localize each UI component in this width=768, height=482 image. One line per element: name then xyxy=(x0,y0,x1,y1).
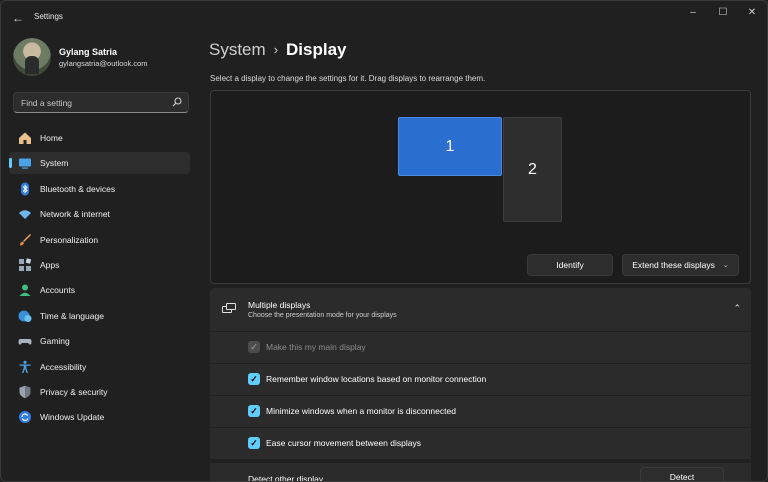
display-arrangement-panel: 1 2 Identify Extend these displays ⌄ xyxy=(210,90,751,284)
sidebar-item-label: Windows Update xyxy=(40,412,105,423)
ease-cursor-checkbox[interactable]: ✓ xyxy=(248,437,260,449)
intro-text: Select a display to change the settings … xyxy=(210,74,486,83)
accessibility-icon xyxy=(19,360,31,373)
settings-window: ← Settings – ☐ ✕ Gylang Satria gylangsat… xyxy=(0,0,768,482)
globe-icon xyxy=(18,310,32,322)
sidebar-item-home[interactable]: Home xyxy=(9,127,190,149)
identify-button[interactable]: Identify xyxy=(527,254,613,276)
search-icon xyxy=(172,97,182,107)
user-email: gylangsatria@outlook.com xyxy=(59,59,148,68)
accounts-icon xyxy=(19,284,31,297)
extend-displays-dropdown[interactable]: Extend these displays ⌄ xyxy=(622,254,739,276)
chevron-down-icon: ⌄ xyxy=(722,262,729,269)
shield-icon xyxy=(19,385,31,399)
detect-label: Detect other display xyxy=(248,474,324,482)
breadcrumb: System › Display xyxy=(209,40,347,60)
sidebar-item-bluetooth[interactable]: Bluetooth & devices xyxy=(9,178,190,200)
option-row-ease-cursor: ✓ Ease cursor movement between displays xyxy=(210,428,751,459)
sidebar-item-privacy[interactable]: Privacy & security xyxy=(9,381,190,403)
avatar[interactable] xyxy=(13,38,51,76)
chevron-up-icon[interactable]: ⌃ xyxy=(733,303,741,314)
sidebar-item-windows-update[interactable]: Windows Update xyxy=(9,406,190,428)
sidebar-item-time-language[interactable]: Time & language xyxy=(9,305,190,327)
sidebar-item-label: Personalization xyxy=(40,234,99,245)
sidebar-item-label: Bluetooth & devices xyxy=(40,183,116,194)
sidebar-item-label: Gaming xyxy=(40,336,70,347)
search-placeholder: Find a setting xyxy=(21,98,73,108)
option-row-main-display: ✓ Make this my main display xyxy=(210,332,751,363)
remember-locations-checkbox[interactable]: ✓ xyxy=(248,373,260,385)
maximize-button[interactable]: ☐ xyxy=(709,5,737,21)
system-icon xyxy=(19,158,31,170)
close-button[interactable]: ✕ xyxy=(738,5,766,21)
sidebar-item-label: Accessibility xyxy=(40,361,87,372)
brush-icon xyxy=(20,233,31,246)
multiple-displays-title: Multiple displays xyxy=(248,300,311,310)
breadcrumb-parent[interactable]: System xyxy=(209,40,266,59)
extend-label: Extend these displays xyxy=(632,260,715,270)
monitor-1[interactable]: 1 xyxy=(398,117,502,176)
apps-icon xyxy=(19,258,32,271)
sidebar-item-network[interactable]: Network & internet xyxy=(9,203,190,225)
sidebar-item-accounts[interactable]: Accounts xyxy=(9,279,190,301)
detect-button[interactable]: Detect xyxy=(640,467,724,482)
sidebar-item-accessibility[interactable]: Accessibility xyxy=(9,356,190,378)
sidebar-item-system[interactable]: System xyxy=(9,152,190,175)
option-label[interactable]: Remember window locations based on monit… xyxy=(266,374,486,384)
page-title: Display xyxy=(286,40,347,59)
sidebar-item-label: Time & language xyxy=(40,310,104,321)
app-title: Settings xyxy=(34,12,63,21)
sidebar-item-label: Privacy & security xyxy=(40,386,108,397)
sidebar-item-label: Network & internet xyxy=(40,209,110,220)
sidebar-item-gaming[interactable]: Gaming xyxy=(9,330,190,352)
monitor-2[interactable]: 2 xyxy=(503,117,562,222)
home-icon xyxy=(19,132,31,144)
gamepad-icon xyxy=(18,339,32,345)
sidebar-item-label: Home xyxy=(40,133,63,143)
minimize-windows-checkbox[interactable]: ✓ xyxy=(248,405,260,417)
sidebar-item-personalization[interactable]: Personalization xyxy=(9,229,190,251)
search-input[interactable]: Find a setting xyxy=(13,92,189,113)
option-row-remember-locations: ✓ Remember window locations based on mon… xyxy=(210,364,751,395)
sidebar-item-label: System xyxy=(40,158,69,169)
option-label[interactable]: Minimize windows when a monitor is disco… xyxy=(266,406,456,416)
title-bar: ← Settings – ☐ ✕ xyxy=(1,1,767,33)
multiple-displays-subtitle: Choose the presentation mode for your di… xyxy=(248,312,397,319)
sidebar-nav: Home System Bluetooth & devices Network … xyxy=(9,127,190,432)
minimize-button[interactable]: – xyxy=(679,5,707,21)
option-label: Make this my main display xyxy=(266,342,366,352)
option-row-minimize-windows: ✓ Minimize windows when a monitor is dis… xyxy=(210,396,751,427)
sidebar-item-label: Accounts xyxy=(40,285,75,296)
breadcrumb-separator: › xyxy=(273,42,279,57)
multiple-displays-header[interactable]: Multiple displays Choose the presentatio… xyxy=(210,288,751,331)
sidebar-item-label: Apps xyxy=(40,259,60,270)
multiple-displays-icon xyxy=(222,303,236,313)
detect-display-row: Detect other display Detect xyxy=(210,463,751,481)
bluetooth-icon xyxy=(21,182,29,196)
sidebar-item-apps[interactable]: Apps xyxy=(9,254,190,276)
update-icon xyxy=(19,411,31,424)
back-button[interactable]: ← xyxy=(10,11,26,25)
wifi-icon xyxy=(19,210,31,220)
detect-button-label: Detect xyxy=(669,472,695,482)
main-display-checkbox: ✓ xyxy=(248,341,260,353)
option-label[interactable]: Ease cursor movement between displays xyxy=(266,438,421,448)
user-name: Gylang Satria xyxy=(59,47,118,57)
active-indicator xyxy=(9,158,12,169)
identify-label: Identify xyxy=(556,260,584,270)
